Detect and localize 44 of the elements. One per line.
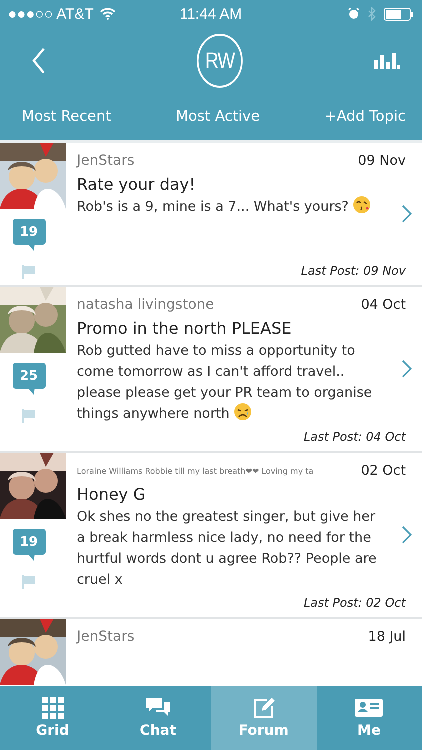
author-name: Loraine Williams Robbie till my last breath❤❤ Loving my ta <box>77 466 314 476</box>
logo: RW <box>197 34 243 88</box>
reply-count: 25 <box>12 363 46 395</box>
topic-title: Honey G <box>77 485 147 504</box>
last-post-date: Last Post: 09 Nov <box>300 263 406 278</box>
chevron-right-icon[interactable] <box>402 205 412 223</box>
tab[interactable]: Most Active <box>168 105 268 129</box>
author-name: JenStars <box>77 629 135 645</box>
kiss-emoji-icon <box>353 196 372 214</box>
edit-icon <box>252 697 275 719</box>
tab[interactable]: +Add Topic <box>316 105 414 129</box>
topic-preview: Rob gutted have to miss a opportunity to come tomorrow as I can't afford travel.. please please get your PR team to organise things anywhere north <box>77 343 372 422</box>
tab[interactable]: Most Recent <box>14 105 120 129</box>
nav-tab[interactable]: Me <box>316 686 422 750</box>
topic-title: Rate your day! <box>77 175 197 194</box>
last-post-date: Last Post: 02 Oct <box>302 595 406 610</box>
nav-tab[interactable]: Forum <box>211 686 316 750</box>
battery-icon <box>384 8 414 20</box>
carrier-signal: ●●●○○ AT&T <box>8 6 94 22</box>
grid-icon <box>42 697 64 719</box>
topic-preview: Rob's is a 9, mine is a 7... What's yours? <box>77 199 372 215</box>
author-name: natasha livingstone <box>77 297 214 313</box>
nav-tab[interactable]: Chat <box>106 686 211 750</box>
chevron-right-icon[interactable] <box>402 360 412 378</box>
sad-emoji-icon <box>234 403 252 421</box>
alarm-icon <box>348 8 360 20</box>
post-date: 04 Oct <box>361 297 406 313</box>
chevron-right-icon[interactable] <box>402 526 412 544</box>
topic-title: Promo in the north PLEASE <box>77 319 293 338</box>
reply-count: 19 <box>12 219 46 251</box>
reply-count: 19 <box>12 529 46 561</box>
post-date: 09 Nov <box>358 153 406 169</box>
back-icon[interactable] <box>32 48 46 74</box>
id-card-icon <box>355 697 384 719</box>
last-post-date: Last Post: 04 Oct <box>302 429 406 444</box>
nav-tab[interactable]: Grid <box>0 686 106 750</box>
wifi-icon <box>100 8 116 20</box>
post-date: 02 Oct <box>361 463 406 479</box>
bluetooth-icon <box>368 7 376 21</box>
author-name: JenStars <box>77 153 135 169</box>
bar-chart-icon[interactable] <box>374 53 400 69</box>
post-date: 18 Jul <box>368 629 406 645</box>
topic-preview: Ok shes no the greatest singer, but give her a break harmless nice lady, no need for the hurtful words dont u agree Rob?? People are cruel x <box>77 509 377 588</box>
clock-time: 11:44 AM <box>178 6 244 22</box>
